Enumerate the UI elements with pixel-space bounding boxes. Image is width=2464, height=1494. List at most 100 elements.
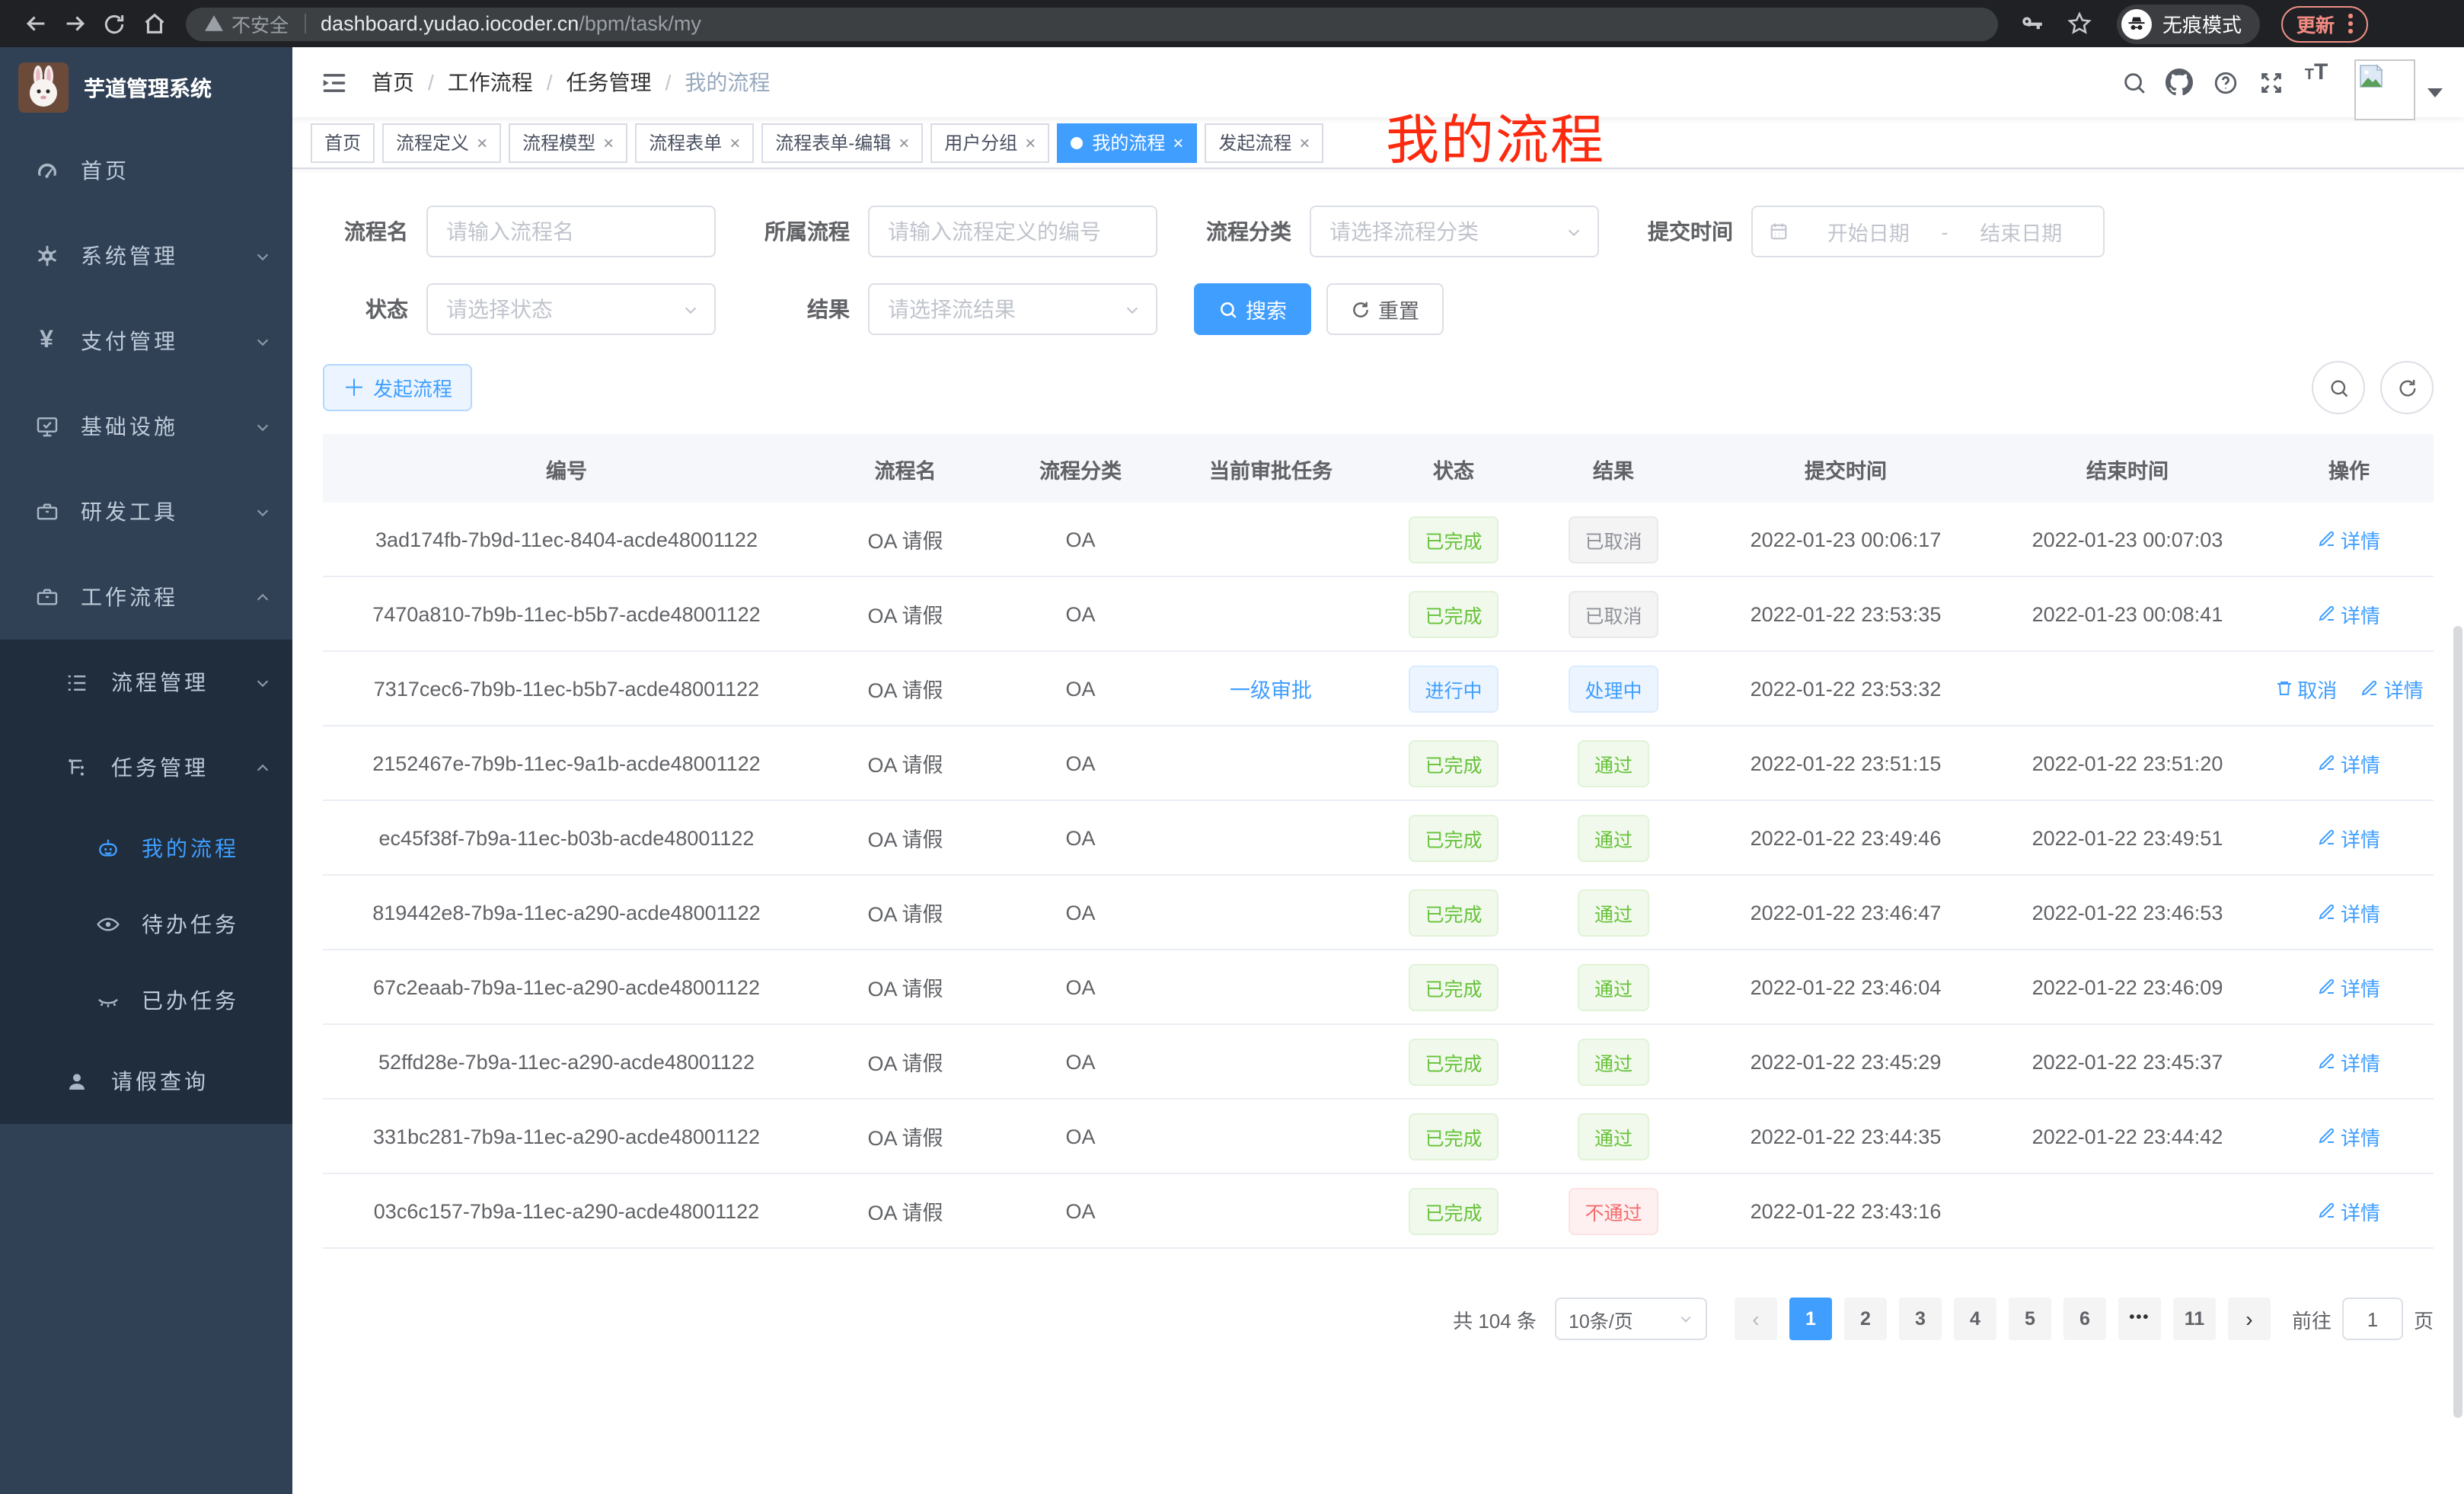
category-select[interactable]: 请选择流程分类 (1310, 206, 1599, 257)
tab-start-process[interactable]: 发起流程× (1205, 123, 1323, 162)
browser-forward-icon[interactable] (55, 4, 94, 43)
page-size-select[interactable]: 10条/页 (1555, 1298, 1707, 1340)
page-button-11[interactable]: 11 (2173, 1298, 2216, 1340)
breadcrumb-item-task-management[interactable]: 任务管理 (567, 67, 652, 97)
browser-update-button[interactable]: 更新 (2281, 5, 2367, 42)
browser-home-icon[interactable] (134, 4, 174, 43)
sidebar-item-payment[interactable]: ¥ 支付管理 (0, 298, 292, 384)
result-badge: 通过 (1578, 1038, 1649, 1085)
close-icon[interactable]: × (477, 133, 487, 152)
edit-icon (2361, 679, 2379, 698)
sidebar-item-workflow[interactable]: 工作流程 (0, 554, 292, 640)
result-select[interactable]: 请选择流结果 (868, 283, 1157, 335)
detail-link[interactable]: 详情 (2318, 1122, 2380, 1151)
page-button-3[interactable]: 3 (1899, 1298, 1942, 1340)
breadcrumb-item-workflow[interactable]: 工作流程 (448, 67, 533, 97)
start-process-button[interactable]: ＋ 发起流程 (323, 364, 472, 411)
detail-link[interactable]: 详情 (2318, 1196, 2380, 1225)
hamburger-icon[interactable] (308, 56, 359, 108)
url-text[interactable]: dashboard.yudao.iocoder.cn/bpm/task/my (321, 12, 701, 35)
search-button[interactable]: 搜索 (1194, 283, 1311, 335)
submit-time-range-picker[interactable]: 开始日期 - 结束日期 (1751, 206, 2105, 257)
search-icon[interactable] (2111, 59, 2156, 105)
incognito-badge[interactable]: 无痕模式 (2117, 4, 2260, 43)
next-page-button[interactable]: › (2228, 1298, 2271, 1340)
current-task-link[interactable]: 一级审批 (1230, 679, 1312, 702)
help-icon[interactable] (2202, 59, 2248, 105)
screenshot-stage: 不安全 dashboard.yudao.iocoder.cn/bpm/task/… (0, 0, 2464, 1494)
sidebar-item-system[interactable]: 系统管理 (0, 213, 292, 298)
tab-process-form[interactable]: 流程表单× (635, 123, 754, 162)
result-badge: 通过 (1578, 889, 1649, 936)
reset-button[interactable]: 重置 (1326, 283, 1444, 335)
detail-link[interactable]: 详情 (2318, 525, 2380, 554)
sidebar-item-infrastructure[interactable]: 基础设施 (0, 384, 292, 469)
tab-user-group[interactable]: 用户分组× (930, 123, 1049, 162)
close-icon[interactable]: × (603, 133, 614, 152)
page-button-5[interactable]: 5 (2009, 1298, 2051, 1340)
close-icon[interactable]: × (729, 133, 740, 152)
close-icon[interactable]: × (1299, 133, 1310, 152)
not-secure-warning[interactable]: 不安全 (204, 9, 289, 38)
browser-menu-icon[interactable] (2348, 13, 2352, 35)
page-button-4[interactable]: 4 (1954, 1298, 1996, 1340)
process-definition-input[interactable] (868, 206, 1157, 257)
tab-home[interactable]: 首页 (311, 123, 375, 162)
end-date-placeholder[interactable]: 结束日期 (1955, 216, 2089, 247)
start-date-placeholder[interactable]: 开始日期 (1802, 216, 1936, 247)
sidebar-item-leave-query[interactable]: 请假查询 (0, 1039, 292, 1124)
page-button-6[interactable]: 6 (2063, 1298, 2106, 1340)
detail-link[interactable]: 详情 (2318, 599, 2380, 628)
page-button-1[interactable]: 1 (1789, 1298, 1832, 1340)
detail-link[interactable]: 详情 (2318, 1047, 2380, 1076)
cell-task (1160, 726, 1381, 800)
close-icon[interactable]: × (898, 133, 909, 152)
cancel-link[interactable]: 取消 (2274, 674, 2337, 703)
app-logo-row[interactable]: 芋道管理系统 (0, 47, 292, 128)
breadcrumb-separator: / (665, 70, 672, 94)
close-icon[interactable]: × (1173, 133, 1183, 152)
avatar-caret-icon[interactable] (2427, 88, 2443, 97)
address-bar[interactable]: 不安全 dashboard.yudao.iocoder.cn/bpm/task/… (186, 7, 1998, 40)
sidebar-item-todo-tasks[interactable]: 待办任务 (0, 886, 292, 962)
page-button-2[interactable]: 2 (1844, 1298, 1887, 1340)
browser-back-icon[interactable] (15, 4, 55, 43)
tab-process-model[interactable]: 流程模型× (509, 123, 627, 162)
tab-my-process[interactable]: 我的流程× (1057, 123, 1197, 162)
sidebar-item-dev-tools[interactable]: 研发工具 (0, 469, 292, 554)
fullscreen-icon[interactable] (2248, 59, 2293, 105)
result-badge: 通过 (1578, 814, 1649, 861)
detail-link[interactable]: 详情 (2361, 674, 2424, 703)
avatar[interactable] (2354, 59, 2415, 120)
password-key-icon[interactable] (2019, 11, 2045, 37)
table-row: 331bc281-7b9a-11ec-a290-acde48001122 OA … (323, 1099, 2434, 1173)
cell-task (1160, 1173, 1381, 1248)
scrollbar-thumb[interactable] (2453, 626, 2462, 1418)
sidebar-item-my-process[interactable]: 我的流程 (0, 810, 292, 886)
bookmark-star-icon[interactable] (2067, 11, 2092, 37)
cell-end-time: 2022-01-22 23:46:53 (1990, 875, 2265, 950)
browser-reload-icon[interactable] (94, 4, 134, 43)
close-icon[interactable]: × (1025, 133, 1036, 152)
breadcrumb-item-home[interactable]: 首页 (372, 67, 414, 97)
prev-page-button[interactable]: ‹ (1735, 1298, 1777, 1340)
tab-process-form-edit[interactable]: 流程表单-编辑× (761, 123, 923, 162)
sidebar-item-process-management[interactable]: 流程管理 (0, 640, 292, 725)
goto-page-input[interactable] (2342, 1298, 2403, 1340)
detail-link[interactable]: 详情 (2318, 972, 2380, 1001)
tab-process-definition[interactable]: 流程定义× (382, 123, 501, 162)
github-icon[interactable] (2156, 59, 2202, 105)
page-ellipsis[interactable]: ••• (2118, 1298, 2161, 1340)
table-search-button[interactable] (2312, 361, 2365, 414)
detail-link[interactable]: 详情 (2318, 823, 2380, 852)
status-select[interactable]: 请选择状态 (426, 283, 716, 335)
detail-link[interactable]: 详情 (2318, 749, 2380, 777)
table-refresh-button[interactable] (2380, 361, 2434, 414)
sidebar-item-task-management[interactable]: 任务管理 (0, 725, 292, 810)
sidebar-item-home[interactable]: 首页 (0, 128, 292, 213)
detail-link[interactable]: 详情 (2318, 898, 2380, 927)
font-size-icon[interactable]: TT (2293, 59, 2339, 105)
process-name-input[interactable] (426, 206, 716, 257)
sidebar-item-done-tasks[interactable]: 已办任务 (0, 962, 292, 1039)
chevron-up-icon (254, 759, 271, 776)
